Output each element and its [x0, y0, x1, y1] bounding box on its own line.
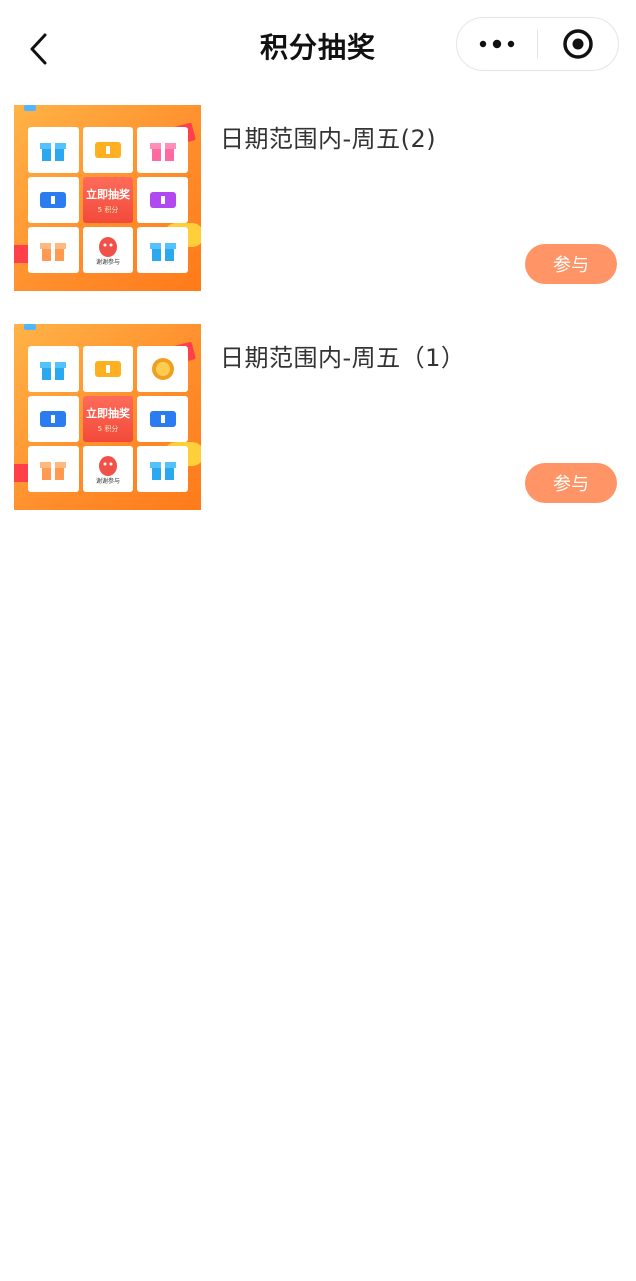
thanks-tile: 谢谢参与 [82, 446, 134, 492]
lottery-item[interactable]: 立即抽奖 5 积分 谢谢参与 日期范围内-周五(2) 参与 [14, 105, 624, 291]
draw-now-tile: 立即抽奖 5 积分 [82, 177, 134, 223]
join-button[interactable]: 参与 [525, 244, 617, 284]
gift-icon [28, 346, 79, 392]
thanks-tile: 谢谢参与 [82, 227, 134, 273]
menu-capsule [456, 17, 619, 71]
ticket-icon [28, 177, 79, 223]
item-title: 日期范围内-周五（1） [220, 344, 466, 372]
ticket-icon [28, 396, 79, 442]
navigation-bar: 积分抽奖 [0, 0, 636, 90]
join-button[interactable]: 参与 [525, 463, 617, 503]
ticket-icon [82, 346, 134, 392]
draw-now-tile: 立即抽奖 5 积分 [82, 396, 134, 442]
gift-icon [28, 446, 79, 492]
lottery-item[interactable]: 立即抽奖 5 积分 谢谢参与 日期范围内-周五（1） 参与 [14, 324, 624, 510]
thumbnail-grid: 立即抽奖 5 积分 谢谢参与 [28, 346, 188, 492]
gift-icon [137, 127, 188, 173]
lottery-thumbnail: 立即抽奖 5 积分 谢谢参与 [14, 105, 201, 291]
gift-icon [28, 227, 79, 273]
more-dots-icon [479, 39, 515, 49]
gift-icon [137, 446, 188, 492]
lottery-thumbnail: 立即抽奖 5 积分 谢谢参与 [14, 324, 201, 510]
gift-icon [137, 227, 188, 273]
ticket-icon [137, 396, 188, 442]
target-icon [563, 29, 593, 59]
ticket-icon [137, 177, 188, 223]
coin-icon [137, 346, 188, 392]
more-button[interactable] [457, 18, 537, 70]
gift-icon [28, 127, 79, 173]
thumbnail-grid: 立即抽奖 5 积分 谢谢参与 [28, 127, 188, 273]
item-title: 日期范围内-周五(2) [220, 125, 437, 153]
close-miniprogram-button[interactable] [538, 18, 618, 70]
ticket-icon [82, 127, 134, 173]
